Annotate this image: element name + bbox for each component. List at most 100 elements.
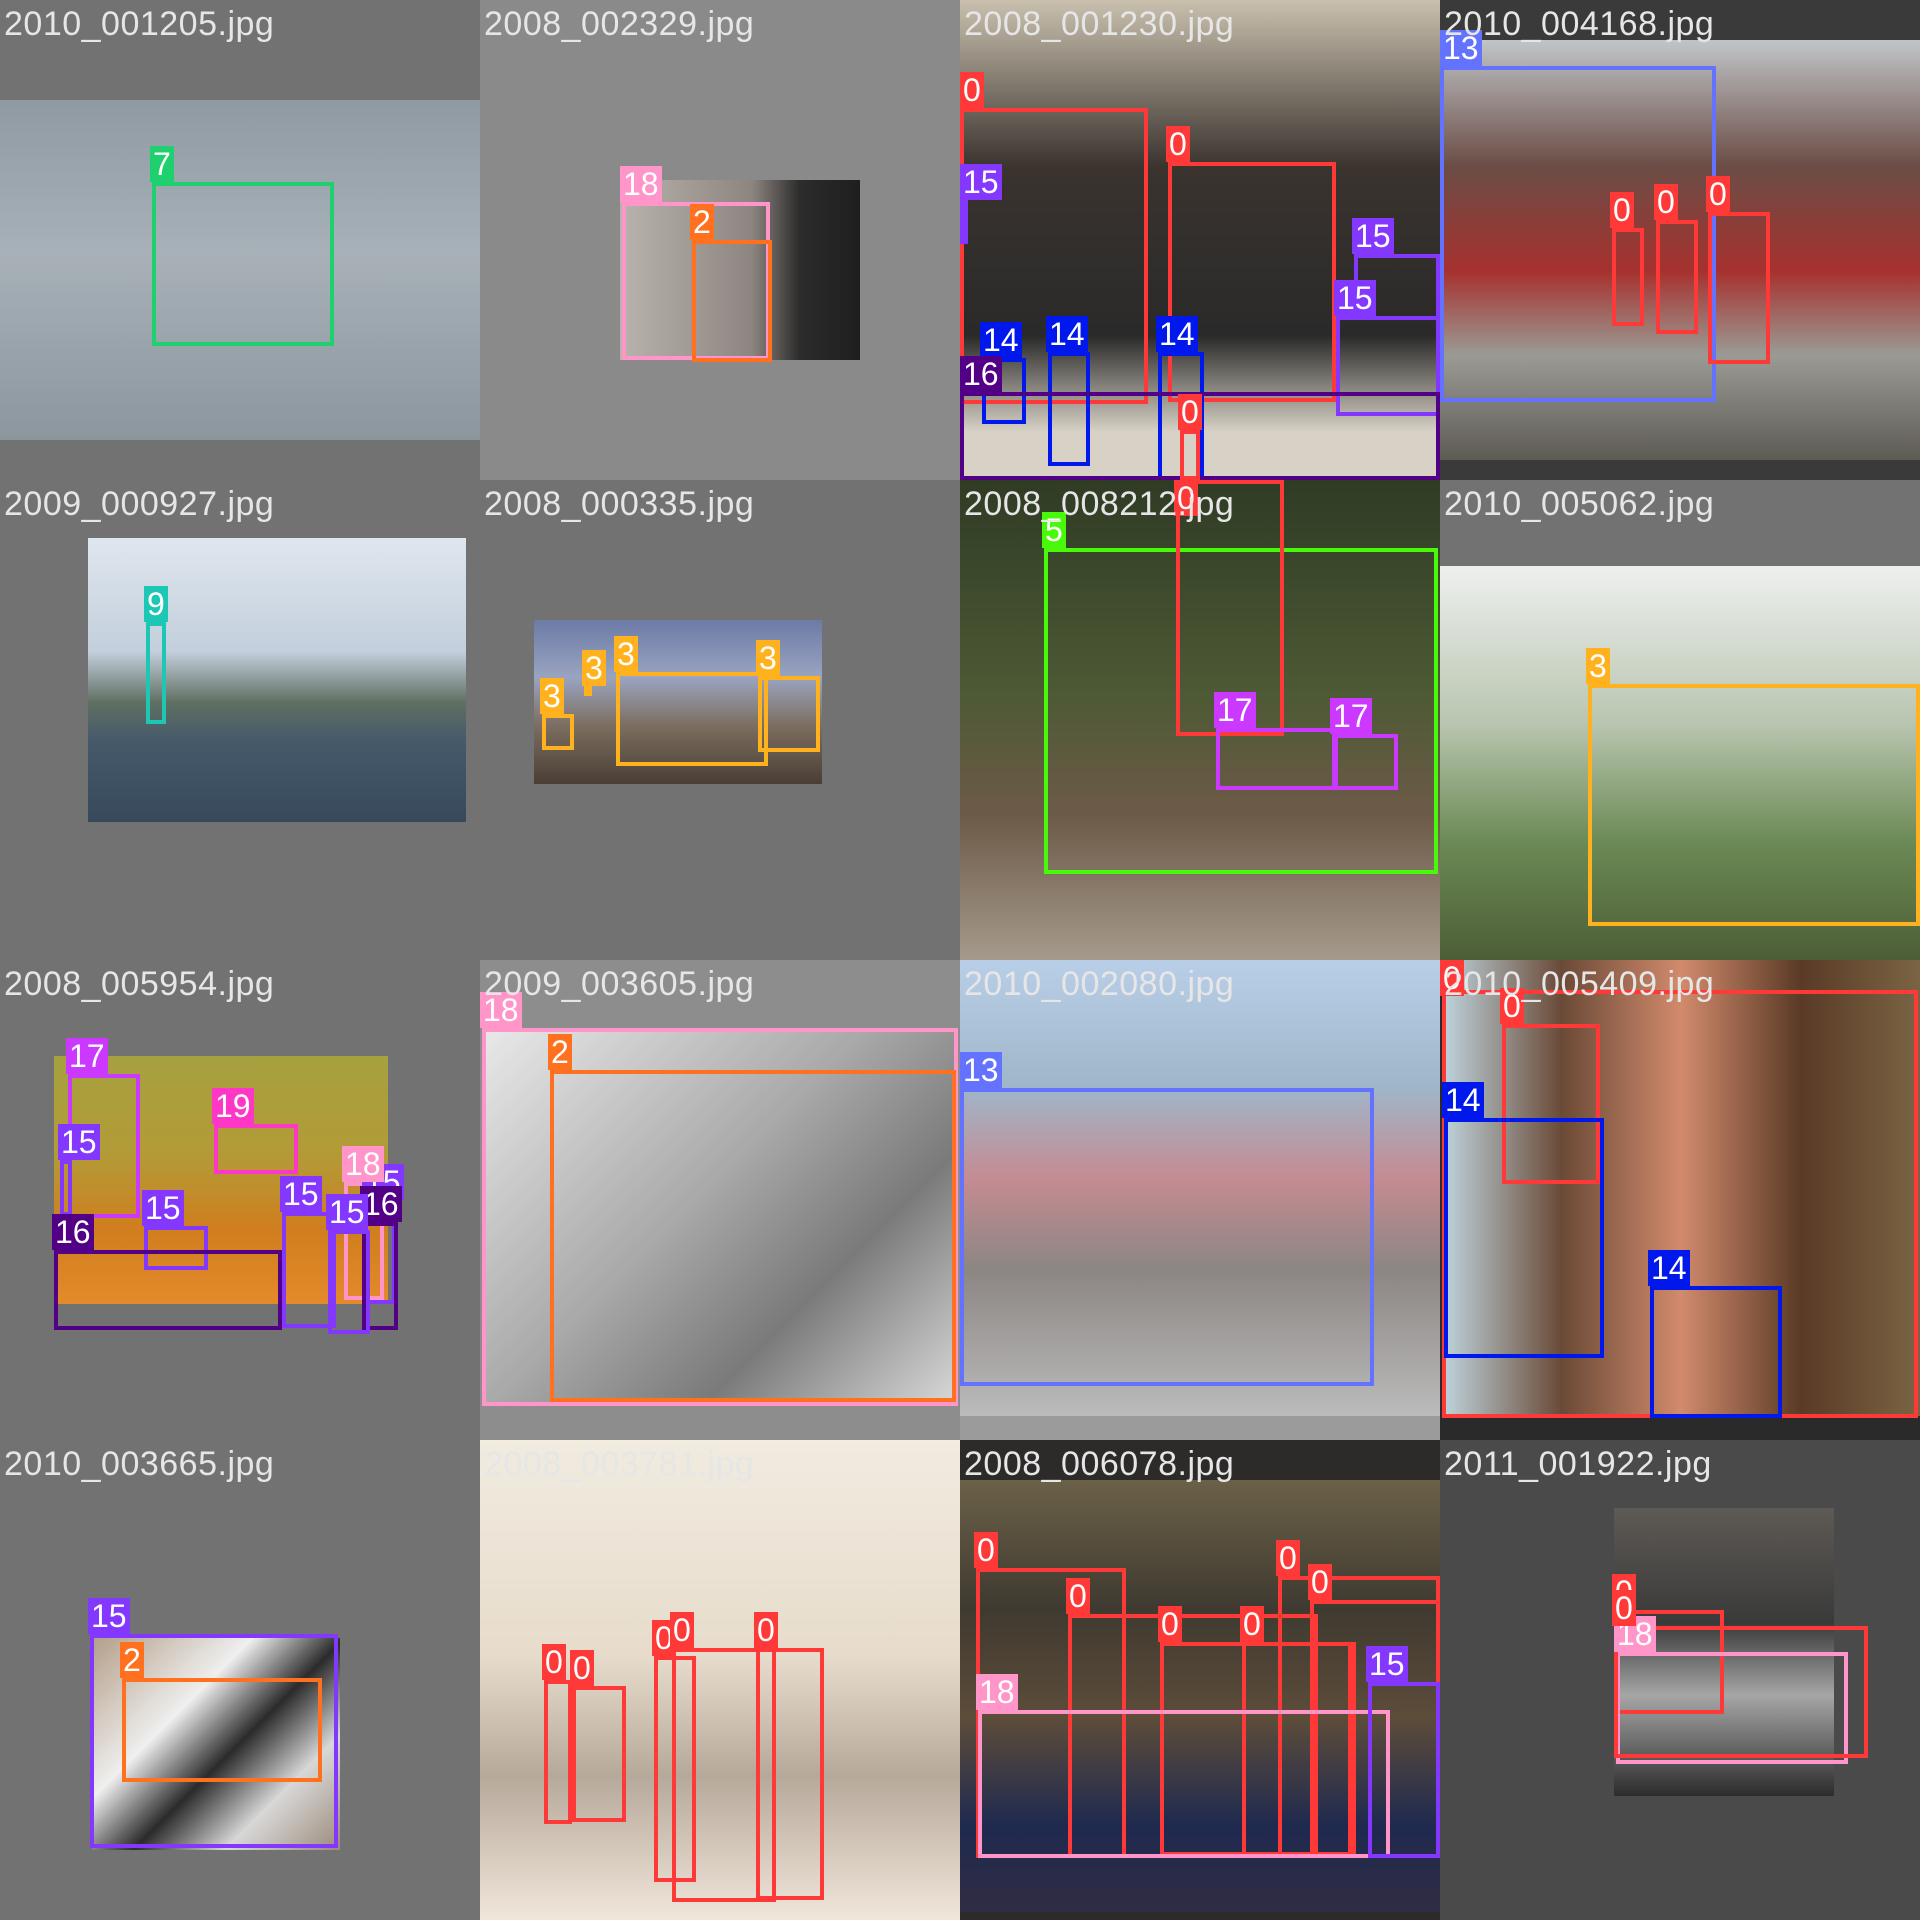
bounding-box-class-18 xyxy=(978,1710,1390,1858)
bounding-box-class-3 xyxy=(616,672,768,766)
bounding-box-class-17 xyxy=(1332,734,1398,790)
class-label-tag: 2 xyxy=(548,1034,572,1070)
bounding-box-class-15 xyxy=(1368,1682,1440,1858)
bounding-box-class-15 xyxy=(960,200,968,244)
image-filename: 2008_001230.jpg xyxy=(964,5,1235,43)
image-filename: 2010_003665.jpg xyxy=(4,1445,275,1483)
bounding-box-class-14 xyxy=(1444,1118,1604,1358)
class-label-tag: 0 xyxy=(670,1612,694,1648)
class-label-tag: 0 xyxy=(1240,1606,1264,1642)
class-label-tag: 18 xyxy=(976,1674,1018,1710)
bounding-box-class-0 xyxy=(572,1686,626,1822)
class-label-tag: 15 xyxy=(1334,280,1376,316)
image-filename: 2008_002329.jpg xyxy=(484,5,755,43)
tile-2008_005954: 2008_005954.jpg 17 19 15 15 16 15 15 18 16 15 xyxy=(0,960,480,1440)
class-label-tag: 18 xyxy=(342,1146,384,1182)
class-label-tag: 0 xyxy=(1706,176,1730,212)
class-label-tag: 14 xyxy=(980,322,1022,358)
bounding-box-class-2 xyxy=(692,240,772,362)
image-filename: 2010_005409.jpg xyxy=(1444,965,1715,1003)
bounding-box-class-2 xyxy=(122,1678,322,1782)
class-label-tag: 9 xyxy=(144,586,168,622)
image-filename: 2008_000335.jpg xyxy=(484,485,755,523)
bounding-box-class-16 xyxy=(54,1250,282,1330)
class-label-tag: 0 xyxy=(570,1650,594,1686)
bounding-box-class-0 xyxy=(1180,430,1200,480)
image-filename: 2010_002080.jpg xyxy=(964,965,1235,1003)
class-label-tag: 15 xyxy=(960,164,1002,200)
bounding-box-class-17 xyxy=(1216,728,1338,790)
image-filename: 2011_001922.jpg xyxy=(1444,1445,1712,1483)
class-label-tag: 15 xyxy=(280,1176,322,1212)
mosaic-grid: 2010_001205.jpg 7 2008_002329.jpg 18 2 2008_0… xyxy=(0,0,1920,1920)
class-label-tag: 0 xyxy=(1612,1590,1636,1626)
class-label-tag: 14 xyxy=(1156,316,1198,352)
class-label-tag: 3 xyxy=(540,678,564,714)
bounding-box-class-0 xyxy=(1656,220,1698,334)
bounding-box-class-0 xyxy=(544,1680,572,1824)
class-label-tag: 0 xyxy=(1178,394,1202,430)
class-label-tag: 14 xyxy=(1046,316,1088,352)
tile-2008_001230: 2008_001230.jpg 0 0 15 15 15 14 14 14 16 0 xyxy=(960,0,1440,480)
class-label-tag: 0 xyxy=(542,1644,566,1680)
class-label-tag: 0 xyxy=(1610,192,1634,228)
image-filename: 2009_003605.jpg xyxy=(484,965,755,1003)
bounding-box-class-13 xyxy=(960,1088,1374,1386)
bounding-box-class-0 xyxy=(756,1648,824,1900)
tile-2009_000927: 2009_000927.jpg 9 xyxy=(0,480,480,960)
class-label-tag: 3 xyxy=(614,636,638,672)
bounding-box-class-7 xyxy=(152,182,334,346)
image-filename: 2008_006078.jpg xyxy=(964,1445,1235,1483)
image-thumbnail xyxy=(88,538,466,822)
bounding-box-class-3 xyxy=(1588,684,1920,926)
class-label-tag: 0 xyxy=(974,1532,998,1568)
tile-2010_005409: 2010_005409.jpg 0 0 14 14 xyxy=(1440,960,1920,1440)
class-label-tag: 17 xyxy=(1214,692,1256,728)
bounding-box-class-0 xyxy=(1612,228,1644,326)
tile-2008_002329: 2008_002329.jpg 18 2 xyxy=(480,0,960,480)
class-label-tag: 0 xyxy=(1308,1564,1332,1600)
image-filename: 2010_005062.jpg xyxy=(1444,485,1715,523)
class-label-tag: 0 xyxy=(1158,1606,1182,1642)
class-label-tag: 15 xyxy=(1366,1646,1408,1682)
bounding-box-class-2 xyxy=(550,1070,956,1402)
class-label-tag: 0 xyxy=(1066,1578,1090,1614)
bounding-box-class-0 xyxy=(1708,212,1770,364)
image-filename: 2010_004168.jpg xyxy=(1444,5,1715,43)
class-label-tag: 7 xyxy=(150,146,174,182)
bounding-box-class-15 xyxy=(328,1230,370,1334)
class-label-tag: 13 xyxy=(960,1052,1002,1088)
image-filename: 2008_008212.jpg xyxy=(964,485,1235,523)
class-label-tag: 17 xyxy=(66,1038,108,1074)
tile-2010_001205: 2010_001205.jpg 7 xyxy=(0,0,480,480)
class-label-tag: 2 xyxy=(690,204,714,240)
tile-2008_003781: 2008_003781.jpg 0 0 0 0 0 xyxy=(480,1440,960,1920)
image-filename: 2008_003781.jpg xyxy=(484,1445,755,1483)
class-label-tag: 14 xyxy=(1648,1250,1690,1286)
tile-2010_004168: 2010_004168.jpg 13 0 0 0 xyxy=(1440,0,1920,480)
bounding-box-class-9 xyxy=(146,622,166,724)
class-label-tag: 0 xyxy=(1166,126,1190,162)
class-label-tag: 0 xyxy=(754,1612,778,1648)
bounding-box-class-14 xyxy=(1650,1286,1782,1418)
tile-2008_000335: 2008_000335.jpg 3 3 3 3 xyxy=(480,480,960,960)
class-label-tag: 0 xyxy=(1654,184,1678,220)
class-label-tag: 15 xyxy=(88,1598,130,1634)
image-filename: 2008_005954.jpg xyxy=(4,965,275,1003)
image-filename: 2010_001205.jpg xyxy=(4,5,275,43)
class-label-tag: 15 xyxy=(326,1194,368,1230)
class-label-tag: 3 xyxy=(1586,648,1610,684)
class-label-tag: 3 xyxy=(756,640,780,676)
tile-2008_008212: 2008_008212.jpg 5 0 17 17 xyxy=(960,480,1440,960)
class-label-tag: 18 xyxy=(620,166,662,202)
class-label-tag: 15 xyxy=(58,1124,100,1160)
class-label-tag: 19 xyxy=(212,1088,254,1124)
tile-2011_001922: 2011_001922.jpg0180 xyxy=(1440,1440,1920,1920)
class-label-tag: 0 xyxy=(960,72,984,108)
bounding-box-class-3 xyxy=(542,714,574,750)
bounding-box-class-3 xyxy=(584,686,592,696)
tile-2009_003605: 2009_003605.jpg 18 2 xyxy=(480,960,960,1440)
bounding-box-class-15 xyxy=(60,1160,72,1216)
class-label-tag: 17 xyxy=(1330,698,1372,734)
bounding-box-class-3 xyxy=(758,676,820,752)
